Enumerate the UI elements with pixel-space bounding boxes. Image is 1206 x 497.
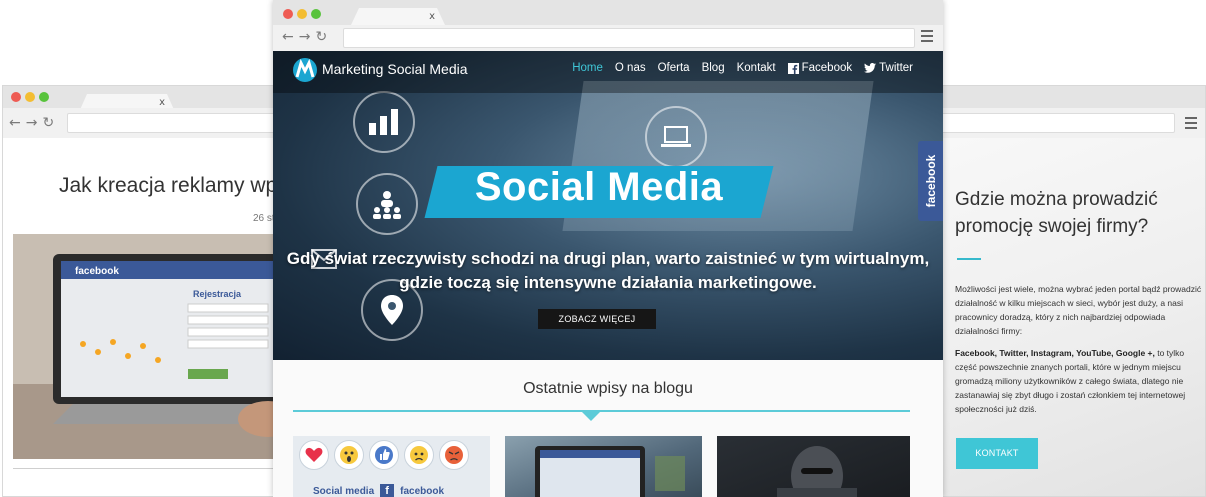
facebook-side-tab[interactable]: facebook xyxy=(918,141,943,221)
heart-reaction-icon xyxy=(299,440,329,470)
article-date: 26 st xyxy=(253,213,275,224)
menu-item-kontakt[interactable]: Kontakt xyxy=(737,62,776,74)
card1-caption-left: Social media xyxy=(313,485,375,497)
hero-section: Marketing Social Media Home O nas Oferta… xyxy=(273,51,943,360)
hamburger-menu-icon[interactable] xyxy=(1185,117,1197,132)
laptop-photo xyxy=(535,446,685,497)
screenshot-stage: x ← → ↻ Jak kreacja reklamy wp 26 st fac… xyxy=(0,0,1206,497)
facebook-icon xyxy=(787,62,799,74)
left-title-bar: x xyxy=(3,86,291,108)
card1-caption: Social media f facebook xyxy=(313,484,444,497)
menu-item-o-nas[interactable]: O nas xyxy=(615,62,646,74)
maximize-window-icon[interactable] xyxy=(311,9,321,19)
photo-register-label: Rejestracja xyxy=(193,289,242,299)
portals-list: Facebook, Twitter, Instagram, YouTube, G… xyxy=(955,348,1155,358)
like-reaction-icon xyxy=(369,440,399,470)
refresh-icon[interactable]: ↻ xyxy=(315,30,327,44)
right-page-content: Gdzie można prowadzić promocję swojej fi… xyxy=(941,138,1205,496)
right-nav-bar xyxy=(941,108,1205,138)
card1-caption-right: facebook xyxy=(400,485,445,497)
menu-item-home[interactable]: Home xyxy=(572,62,603,74)
blog-card-laptop[interactable] xyxy=(505,436,702,497)
center-title-bar: x xyxy=(273,0,943,25)
sad-reaction-icon xyxy=(404,440,434,470)
maximize-window-icon[interactable] xyxy=(39,92,49,102)
laptop-facebook-photo: facebook Rejestracja xyxy=(13,234,291,459)
site-logo-icon[interactable] xyxy=(292,57,320,83)
tab-close-icon[interactable]: x xyxy=(159,97,165,108)
facebook-icon: f xyxy=(380,484,395,497)
promotion-paragraph-2: Facebook, Twitter, Instagram, YouTube, G… xyxy=(955,346,1205,416)
left-window-controls xyxy=(11,92,49,102)
people-hierarchy-icon xyxy=(356,173,418,235)
menu-item-twitter[interactable]: Twitter xyxy=(864,62,913,74)
angry-reaction-icon xyxy=(439,440,469,470)
right-title-bar xyxy=(941,86,1205,108)
center-window-controls xyxy=(283,9,321,19)
right-address-bar[interactable] xyxy=(941,113,1175,133)
article-title: Jak kreacja reklamy wp xyxy=(59,174,278,197)
facebook-link-label: Facebook xyxy=(801,62,853,74)
center-nav-bar: ← → ↻ xyxy=(273,25,943,51)
reaction-emoji-row xyxy=(299,440,469,470)
tab-close-icon[interactable]: x xyxy=(429,11,435,22)
hero-subtitle: Gdy świat rzeczywisty schodzi na drugi p… xyxy=(286,249,930,292)
person-at-computer-photo xyxy=(777,446,857,497)
bar-chart-icon xyxy=(353,91,415,153)
minimize-window-icon[interactable] xyxy=(25,92,35,102)
photo-facebook-logo: facebook xyxy=(75,266,119,277)
blog-heading-caret xyxy=(582,412,600,421)
left-browser-window: x ← → ↻ Jak kreacja reklamy wp 26 st fac… xyxy=(2,85,292,497)
close-window-icon[interactable] xyxy=(11,92,21,102)
right-browser-window: Gdzie można prowadzić promocję swojej fi… xyxy=(940,85,1206,497)
blog-card-social-media[interactable]: Social media f facebook xyxy=(293,436,490,497)
site-logo-text[interactable]: Marketing Social Media xyxy=(322,61,468,77)
center-browser-tab[interactable]: x xyxy=(351,8,445,25)
twitter-icon xyxy=(864,63,877,73)
left-address-bar[interactable] xyxy=(67,113,291,133)
site-header: Marketing Social Media Home O nas Oferta… xyxy=(273,51,943,93)
blog-section: Ostatnie wpisy na blogu Social media f f… xyxy=(273,360,943,497)
arrow-left-icon[interactable]: ← xyxy=(282,30,294,44)
center-browser-window: x ← → ↻ Marketing Social Media Home O na… xyxy=(273,0,943,497)
close-window-icon[interactable] xyxy=(283,9,293,19)
refresh-icon[interactable]: ↻ xyxy=(42,116,54,130)
article-divider xyxy=(13,468,291,469)
center-address-bar[interactable] xyxy=(343,28,915,48)
hamburger-menu-icon[interactable] xyxy=(921,30,933,45)
minimize-window-icon[interactable] xyxy=(297,9,307,19)
site-main-menu: Home O nas Oferta Blog Kontakt Facebook … xyxy=(572,62,913,74)
blog-card-dark[interactable] xyxy=(717,436,910,497)
blog-heading-rule xyxy=(293,410,910,412)
blog-heading: Ostatnie wpisy na blogu xyxy=(523,380,693,397)
wow-reaction-icon xyxy=(334,440,364,470)
menu-item-blog[interactable]: Blog xyxy=(702,62,725,74)
twitter-link-label: Twitter xyxy=(879,62,913,74)
promotion-paragraph-1: Możliwości jest wiele, można wybrać jede… xyxy=(955,284,1202,336)
arrow-right-icon[interactable]: → xyxy=(26,116,38,130)
arrow-left-icon[interactable]: ← xyxy=(9,116,21,130)
zobacz-wiecej-button[interactable]: ZOBACZ WIĘCEJ xyxy=(538,309,656,329)
menu-item-oferta[interactable]: Oferta xyxy=(658,62,690,74)
promotion-heading: Gdzie można prowadzić promocję swojej fi… xyxy=(955,189,1158,237)
left-nav-buttons: ← → ↻ xyxy=(9,116,54,130)
kontakt-button[interactable]: KONTAKT xyxy=(956,438,1038,469)
center-nav-buttons: ← → ↻ xyxy=(282,30,327,44)
heading-underline xyxy=(957,258,981,260)
article-photo: facebook Rejestracja xyxy=(13,234,291,459)
arrow-right-icon[interactable]: → xyxy=(299,30,311,44)
hero-title: Social Media xyxy=(474,165,724,209)
laptop-icon xyxy=(645,106,707,168)
facebook-side-tab-label: facebook xyxy=(923,154,938,208)
menu-item-facebook[interactable]: Facebook xyxy=(787,62,853,74)
left-nav-bar: ← → ↻ xyxy=(3,108,291,138)
